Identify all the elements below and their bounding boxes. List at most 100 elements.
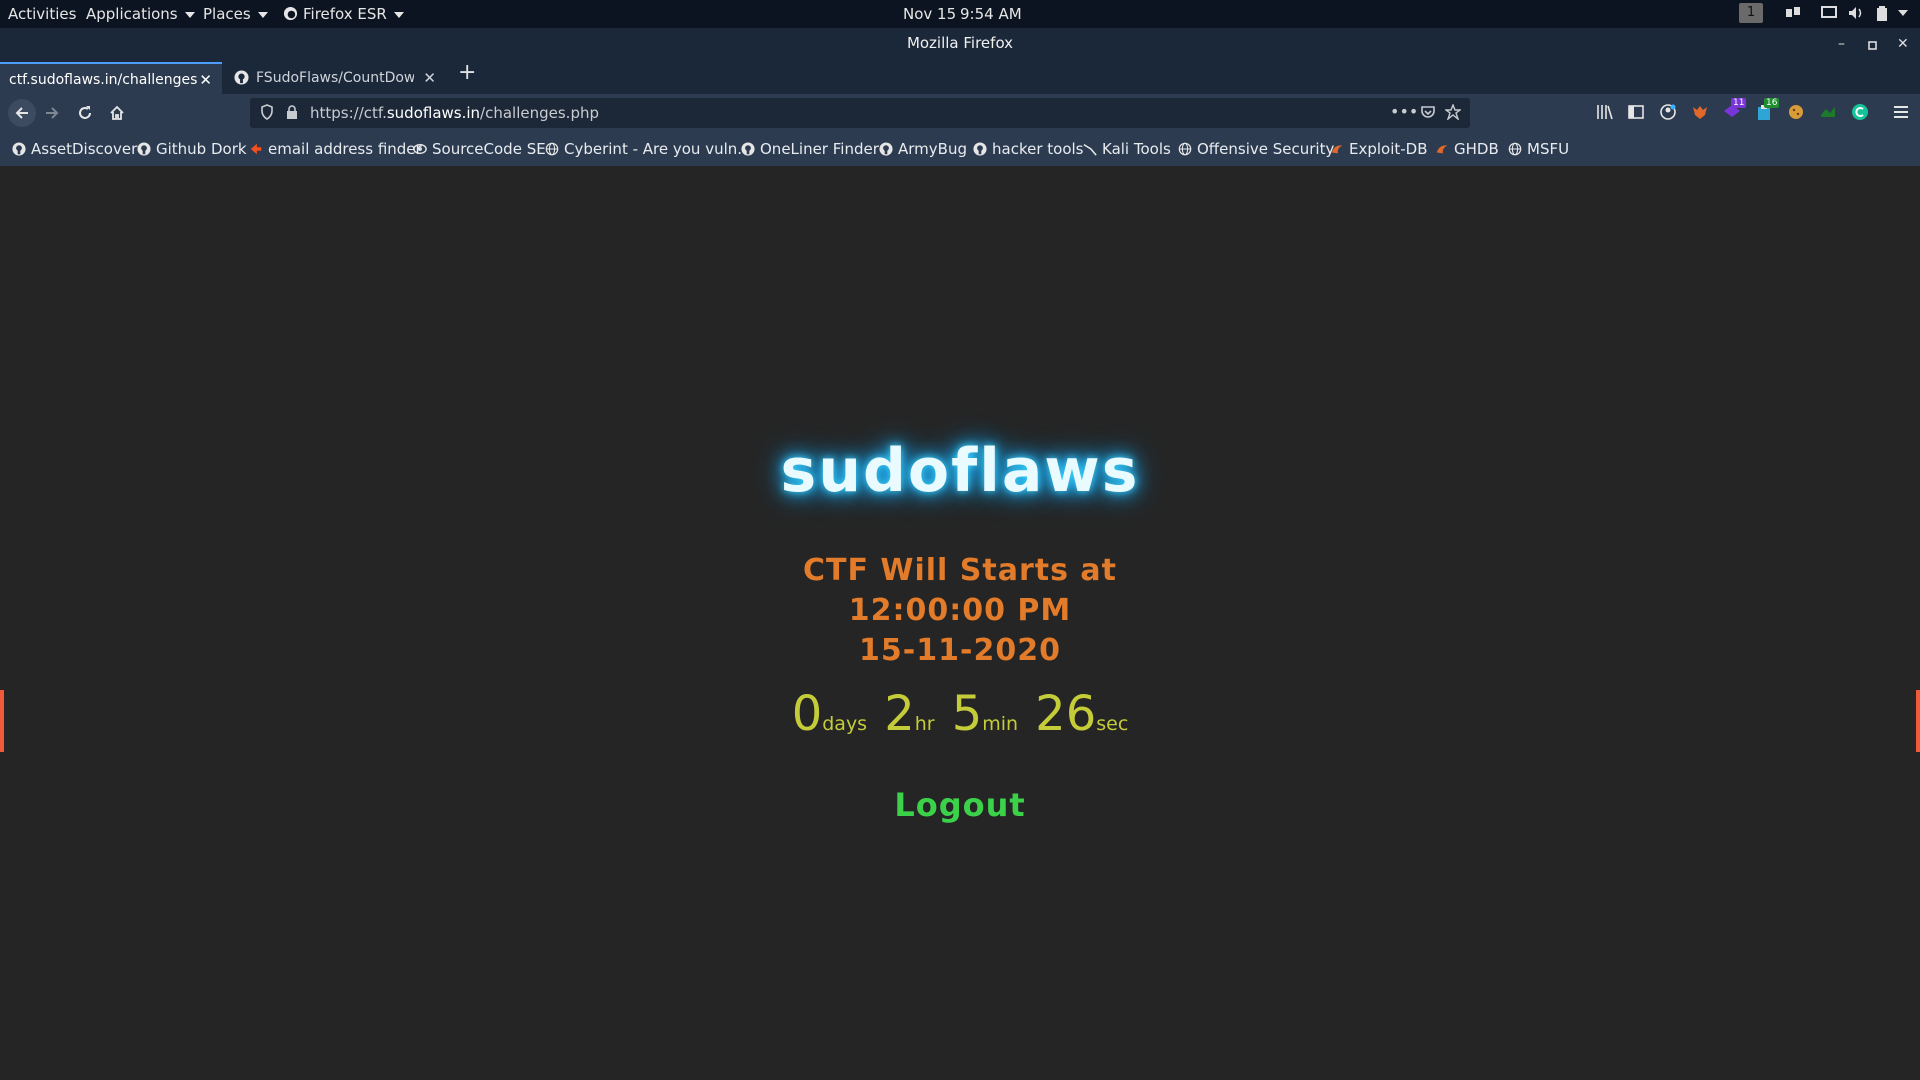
bookmark-exploit-db[interactable]: Exploit-DB bbox=[1330, 140, 1428, 158]
hunter-icon bbox=[250, 143, 262, 155]
clock-time[interactable]: 9:54 AM bbox=[960, 5, 1022, 23]
url-text[interactable]: https://ctf.sudoflaws.in/challenges.php bbox=[310, 104, 599, 122]
window-title: Mozilla Firefox bbox=[906, 34, 1014, 52]
maximize-icon[interactable] bbox=[1868, 38, 1877, 54]
countdown-seconds-unit: sec bbox=[1096, 713, 1129, 735]
bookmark-armybug[interactable]: ArmyBug bbox=[879, 140, 967, 158]
activities-button[interactable]: Activities bbox=[8, 5, 76, 23]
firefox-app-label: Firefox ESR bbox=[303, 5, 387, 23]
clock-date[interactable]: Nov 15 bbox=[903, 5, 956, 23]
close-tab-icon[interactable]: ✕ bbox=[423, 69, 436, 87]
bookmark-oneliner-finder[interactable]: OneLiner Finder bbox=[741, 140, 879, 158]
globe-icon bbox=[1508, 142, 1522, 156]
bookmark-label: ArmyBug bbox=[898, 140, 967, 158]
address-bar[interactable]: https://ctf.sudoflaws.in/challenges.php … bbox=[250, 98, 1470, 128]
kali-icon bbox=[1083, 143, 1097, 156]
hackbar-icon[interactable] bbox=[1819, 103, 1837, 121]
countdown-hours: 2 bbox=[884, 686, 915, 742]
bookmark-label: OneLiner Finder bbox=[760, 140, 879, 158]
bookmark-cyberint[interactable]: Cyberint - Are you vuln... bbox=[545, 140, 752, 158]
bookmark-label: Github Dork bbox=[156, 140, 247, 158]
chevron-down-icon bbox=[184, 11, 195, 18]
bookmark-label: AssetDiscover bbox=[31, 140, 138, 158]
left-edge-marker bbox=[0, 690, 4, 752]
volume-icon[interactable] bbox=[1848, 6, 1864, 20]
window-title-bar: Mozilla Firefox – ✕ bbox=[0, 28, 1920, 58]
lock-icon[interactable] bbox=[286, 104, 298, 120]
bookmark-star-icon[interactable] bbox=[1445, 104, 1461, 120]
sidebar-icon[interactable] bbox=[1627, 103, 1645, 121]
tab-challenges[interactable]: ctf.sudoflaws.in/challenges.p ✕ bbox=[0, 62, 222, 96]
cookie-icon[interactable] bbox=[1787, 103, 1805, 121]
extension-badge: 11 bbox=[1731, 98, 1747, 108]
reload-button[interactable] bbox=[73, 101, 97, 125]
firefox-icon bbox=[283, 6, 298, 21]
minimize-icon[interactable]: – bbox=[1838, 36, 1845, 52]
tray-app-icon[interactable] bbox=[1785, 6, 1801, 20]
shield-icon[interactable] bbox=[260, 104, 274, 120]
bookmark-msfu[interactable]: MSFU bbox=[1508, 140, 1569, 158]
tab-label: ctf.sudoflaws.in/challenges.p bbox=[9, 72, 199, 88]
applications-menu[interactable]: Applications bbox=[86, 5, 195, 23]
bookmark-label: Kali Tools bbox=[1102, 140, 1171, 158]
countdown-seconds: 26 bbox=[1035, 686, 1097, 742]
close-tab-icon[interactable]: ✕ bbox=[199, 71, 212, 89]
places-label: Places bbox=[203, 5, 251, 23]
start-time: 12:00:00 PM bbox=[848, 593, 1072, 628]
page-actions-ellipsis-icon[interactable]: ••• bbox=[1390, 102, 1418, 121]
library-icon[interactable] bbox=[1595, 103, 1613, 121]
bookmark-email-address-finder[interactable]: email address finder bbox=[249, 140, 422, 158]
url-path: /challenges.php bbox=[480, 104, 599, 122]
bookmark-label: MSFU bbox=[1527, 140, 1570, 158]
bookmark-sourcecode-se[interactable]: SourceCode SE bbox=[413, 140, 546, 158]
home-button[interactable] bbox=[105, 101, 129, 125]
home-icon bbox=[110, 105, 124, 120]
hamburger-menu-icon[interactable] bbox=[1892, 103, 1910, 121]
eye-icon bbox=[413, 143, 427, 155]
logout-link[interactable]: Logout bbox=[0, 786, 1920, 824]
firefox-app-menu[interactable]: Firefox ESR bbox=[283, 5, 404, 23]
chevron-down-icon bbox=[257, 11, 268, 18]
close-window-icon[interactable]: ✕ bbox=[1897, 36, 1909, 52]
tab-countdown-repo[interactable]: FSudoFlaws/CountDown ✕ bbox=[224, 62, 446, 94]
countdown-days-unit: days bbox=[822, 713, 868, 735]
workspace-indicator[interactable]: 1 bbox=[1739, 3, 1763, 23]
bookmark-label: hacker tools bbox=[992, 140, 1084, 158]
arrow-left-icon bbox=[15, 107, 28, 119]
tab-strip: ctf.sudoflaws.in/challenges.p ✕ FSudoFla… bbox=[0, 58, 1920, 96]
chevron-down-icon bbox=[393, 11, 404, 18]
brand-logo-text: sudoflaws bbox=[780, 436, 1140, 506]
bookmark-hacker-tools[interactable]: hacker tools bbox=[973, 140, 1083, 158]
power-menu-chevron-down-icon[interactable] bbox=[1898, 10, 1908, 17]
bookmark-assetdiscover[interactable]: AssetDiscover bbox=[12, 140, 137, 158]
bookmark-label: Exploit-DB bbox=[1349, 140, 1428, 158]
places-menu[interactable]: Places bbox=[203, 5, 268, 23]
battery-icon[interactable] bbox=[1876, 6, 1888, 22]
extension-badge: 16 bbox=[1764, 98, 1780, 108]
tab-label: FSudoFlaws/CountDown bbox=[256, 70, 414, 86]
bookmark-kali-tools[interactable]: Kali Tools bbox=[1083, 140, 1171, 158]
start-heading: CTF Will Starts at bbox=[802, 553, 1117, 588]
display-icon[interactable] bbox=[1821, 6, 1837, 20]
countdown-minutes-unit: min bbox=[982, 713, 1019, 735]
new-tab-plus-icon[interactable]: + bbox=[458, 60, 476, 85]
start-date: 15-11-2020 bbox=[859, 633, 1061, 668]
back-button[interactable] bbox=[8, 99, 36, 127]
url-prefix: https://ctf. bbox=[310, 104, 387, 122]
account-icon[interactable] bbox=[1659, 103, 1677, 121]
arrow-right-icon bbox=[46, 107, 59, 119]
page-content: sudoflaws CTF Will Starts at 12:00:00 PM… bbox=[0, 166, 1920, 1080]
bookmark-offensive-security[interactable]: Offensive Security bbox=[1178, 140, 1334, 158]
github-icon bbox=[973, 142, 987, 156]
bookmark-github-dork[interactable]: Github Dork bbox=[137, 140, 247, 158]
grammarly-icon[interactable] bbox=[1851, 103, 1869, 121]
right-edge-marker bbox=[1916, 690, 1920, 752]
bookmark-label: Offensive Security bbox=[1197, 140, 1335, 158]
github-icon bbox=[879, 142, 893, 156]
bookmark-ghdb[interactable]: GHDB bbox=[1435, 140, 1499, 158]
foxyproxy-icon[interactable] bbox=[1691, 103, 1709, 121]
exploitdb-icon bbox=[1436, 145, 1448, 154]
pocket-icon[interactable] bbox=[1420, 104, 1436, 120]
github-icon bbox=[137, 142, 151, 156]
forward-button[interactable] bbox=[40, 101, 64, 125]
